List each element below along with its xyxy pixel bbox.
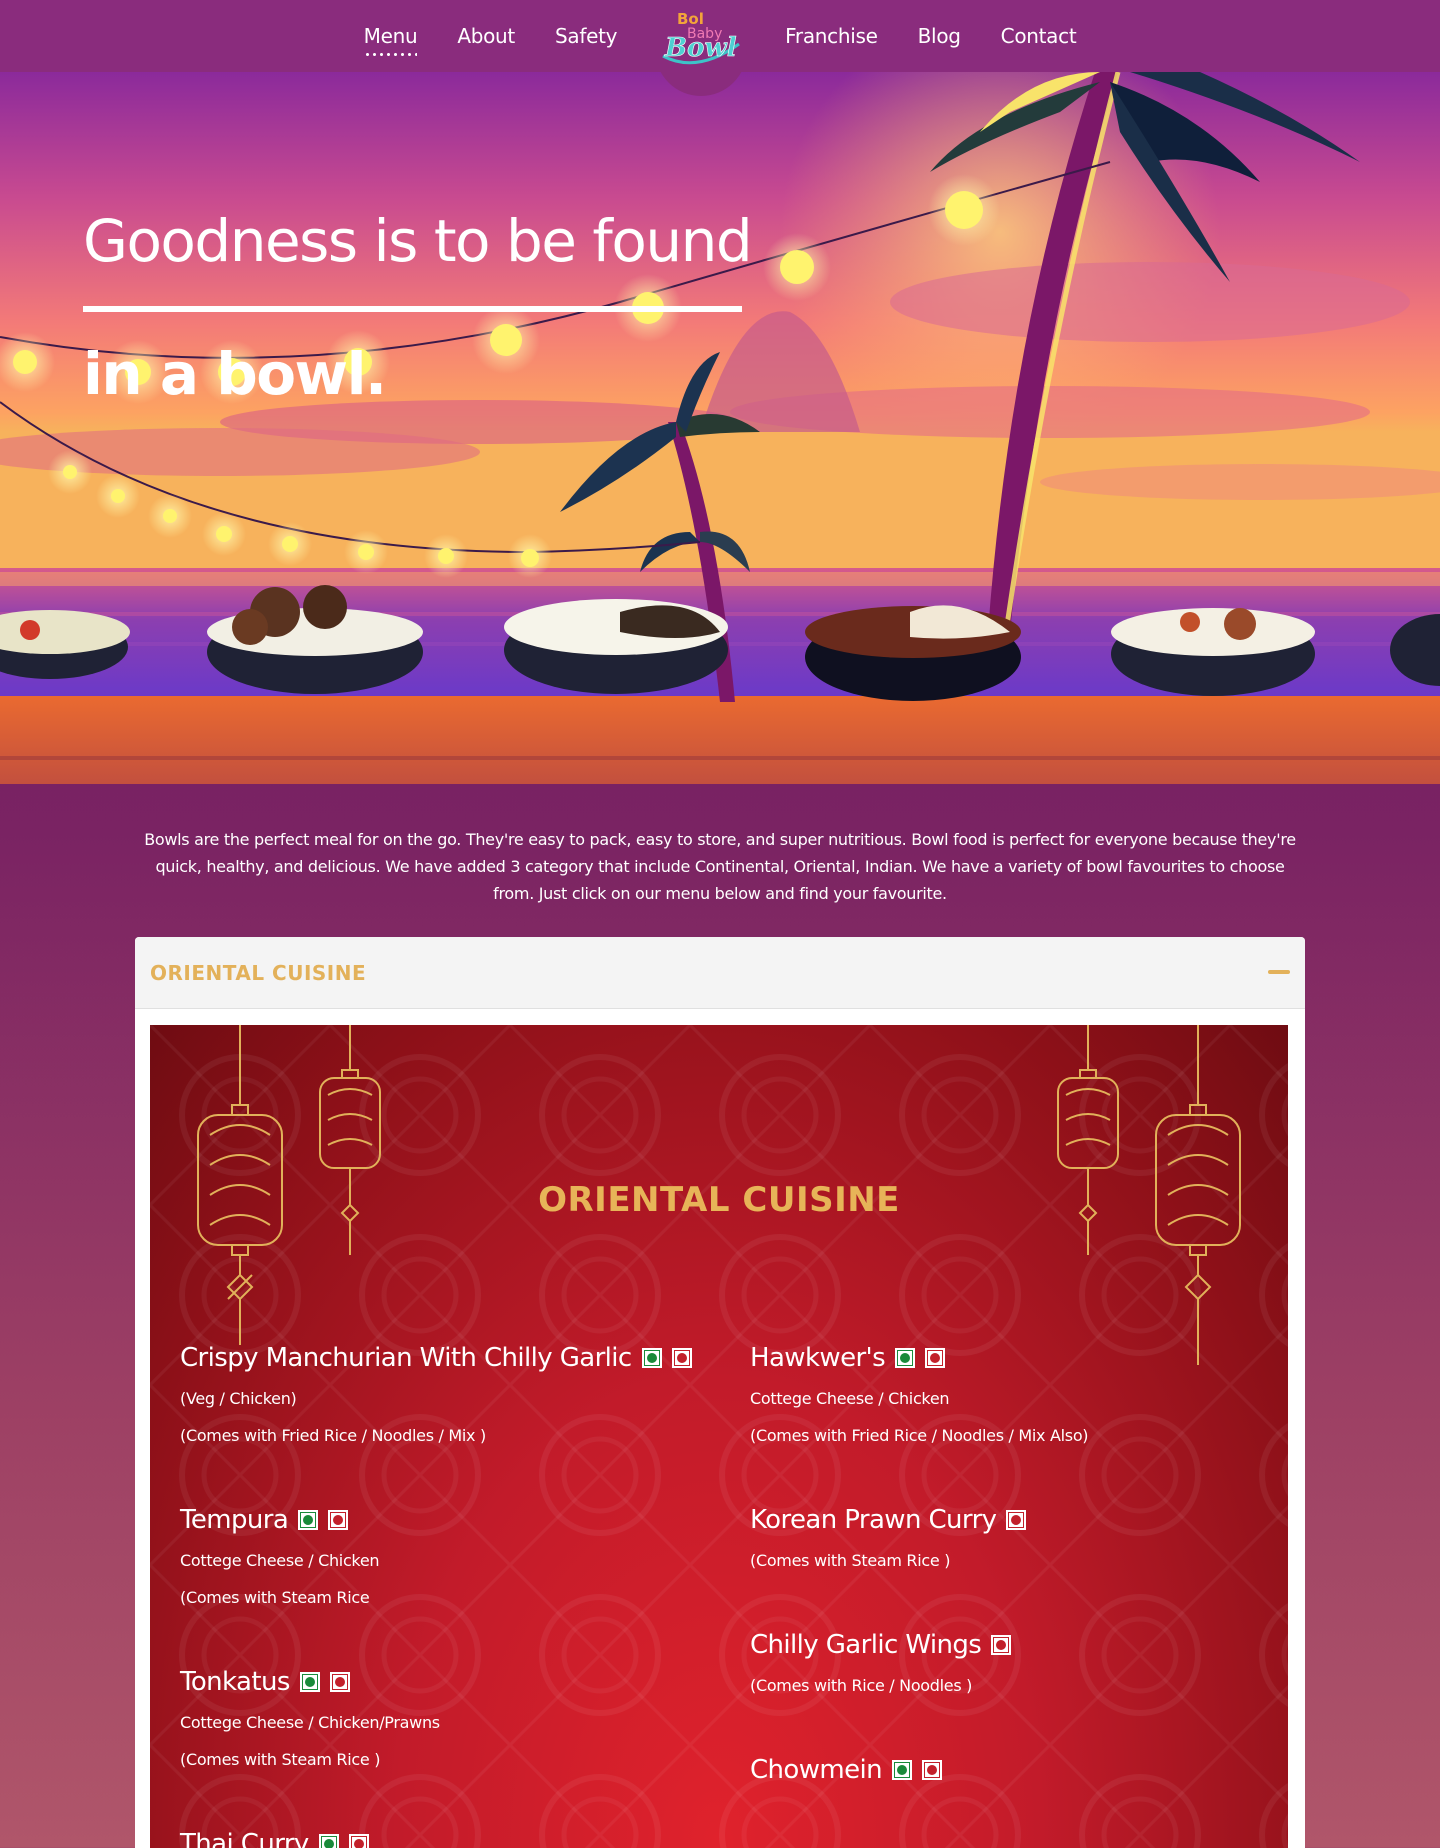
hero-banner: Goodness is to be found in a bowl. xyxy=(0,72,1440,784)
dish-item: Crispy Manchurian With Chilly Garlic (Ve… xyxy=(180,1343,692,1445)
oriental-menu-card: ORIENTAL CUISINE Crispy Manchurian With … xyxy=(150,1025,1288,1848)
brand-logo: Bol Baby Bowl xyxy=(662,10,741,65)
dish-served-with: (Comes with Fried Rice / Noodles / Mix ) xyxy=(180,1426,486,1445)
dish-item: Tempura Cottege Cheese / Chicken (Comes … xyxy=(180,1505,380,1607)
veg-icon xyxy=(892,1760,913,1780)
dish-item: Korean Prawn Curry (Comes with Steam Ric… xyxy=(750,1505,1027,1570)
nonveg-icon xyxy=(991,1635,1012,1655)
nonveg-icon xyxy=(328,1510,349,1530)
hero-title-line2: in a bowl. xyxy=(83,340,387,408)
dish-name-text: Crispy Manchurian With Chilly Garlic xyxy=(180,1343,632,1373)
veg-icon xyxy=(641,1348,662,1368)
dish-name: Tonkatus xyxy=(180,1667,440,1697)
collapse-minus-icon[interactable] xyxy=(1268,970,1290,974)
top-navbar: Menu About Safety Bol Baby Bowl Franchis… xyxy=(0,0,1440,96)
dish-item: Chowmein xyxy=(750,1755,943,1785)
dish-name-text: Tempura xyxy=(180,1505,289,1535)
dish-variant: Cottege Cheese / Chicken/Prawns xyxy=(180,1713,440,1732)
logo-home-link[interactable]: Bol Baby Bowl xyxy=(645,0,757,96)
dish-name: Hawkwer's xyxy=(750,1343,1088,1373)
dish-name-text: Tonkatus xyxy=(180,1667,290,1697)
hero-title-rule xyxy=(83,306,742,312)
dish-served-with: (Comes with Fried Rice / Noodles / Mix A… xyxy=(750,1426,1089,1445)
dish-name-text: Chilly Garlic Wings xyxy=(750,1630,982,1660)
dish-served-with: (Comes with Steam Rice ) xyxy=(750,1551,951,1570)
dish-name: Chilly Garlic Wings xyxy=(750,1630,1012,1660)
hero-title: Goodness is to be found xyxy=(83,207,753,275)
dish-name: Crispy Manchurian With Chilly Garlic xyxy=(180,1343,692,1373)
dish-name-text: Chowmein xyxy=(750,1755,883,1785)
dish-name-text: Hawkwer's xyxy=(750,1343,886,1373)
dish-served-with: (Comes with Rice / Noodles ) xyxy=(750,1676,973,1695)
dish-name: Chowmein xyxy=(750,1755,943,1785)
veg-icon xyxy=(895,1348,916,1368)
dish-served-with: (Comes with Steam Rice ) xyxy=(180,1750,381,1769)
dish-item: Thai Curry xyxy=(180,1829,369,1848)
menu-card-title: ORIENTAL CUISINE xyxy=(538,1180,900,1220)
dish-item: Chilly Garlic Wings (Comes with Rice / N… xyxy=(750,1630,1012,1695)
dish-name-text: Thai Curry xyxy=(180,1829,309,1848)
nav-franchise-link[interactable]: Franchise xyxy=(765,24,897,48)
dish-name: Thai Curry xyxy=(180,1829,369,1848)
accordion-title: ORIENTAL CUISINE xyxy=(150,961,367,985)
nav-about-link[interactable]: About xyxy=(437,24,535,48)
accordion-header[interactable]: ORIENTAL CUISINE xyxy=(135,937,1305,1009)
svg-text:Bowl: Bowl xyxy=(664,33,737,63)
nonveg-icon xyxy=(922,1760,943,1780)
veg-icon xyxy=(318,1834,339,1848)
dish-name-text: Korean Prawn Curry xyxy=(750,1505,997,1535)
nonveg-icon xyxy=(329,1672,350,1692)
nonveg-icon xyxy=(1006,1510,1027,1530)
nav-list: Menu About Safety Bol Baby Bowl Franchis… xyxy=(0,0,1440,96)
dish-served-with: (Comes with Steam Rice xyxy=(180,1588,370,1607)
dish-name: Tempura xyxy=(180,1505,379,1535)
nav-safety-link[interactable]: Safety xyxy=(535,24,637,48)
dish-name: Korean Prawn Curry xyxy=(750,1505,1027,1535)
veg-icon xyxy=(298,1510,319,1530)
dish-variant: (Veg / Chicken) xyxy=(180,1389,297,1408)
intro-paragraph: Bowls are the perfect meal for on the go… xyxy=(144,830,1296,903)
nonveg-icon xyxy=(671,1348,692,1368)
oriental-cuisine-accordion: ORIENTAL CUISINE ORIENTAL CUISINE Crispy… xyxy=(135,937,1305,1848)
nav-contact-link[interactable]: Contact xyxy=(981,24,1097,48)
nonveg-icon xyxy=(925,1348,946,1368)
dish-variant: Cottege Cheese / Chicken xyxy=(750,1389,950,1408)
nav-blog-link[interactable]: Blog xyxy=(898,24,981,48)
sunset-beach-illustration xyxy=(0,72,1440,784)
dish-variant: Cottege Cheese / Chicken xyxy=(180,1551,380,1570)
dish-item: Tonkatus Cottege Cheese / Chicken/Prawns… xyxy=(180,1667,440,1769)
dish-item: Hawkwer's Cottege Cheese / Chicken (Come… xyxy=(750,1343,1089,1445)
nav-menu-link[interactable]: Menu xyxy=(344,24,438,56)
veg-icon xyxy=(299,1672,320,1692)
nonveg-icon xyxy=(348,1834,369,1848)
